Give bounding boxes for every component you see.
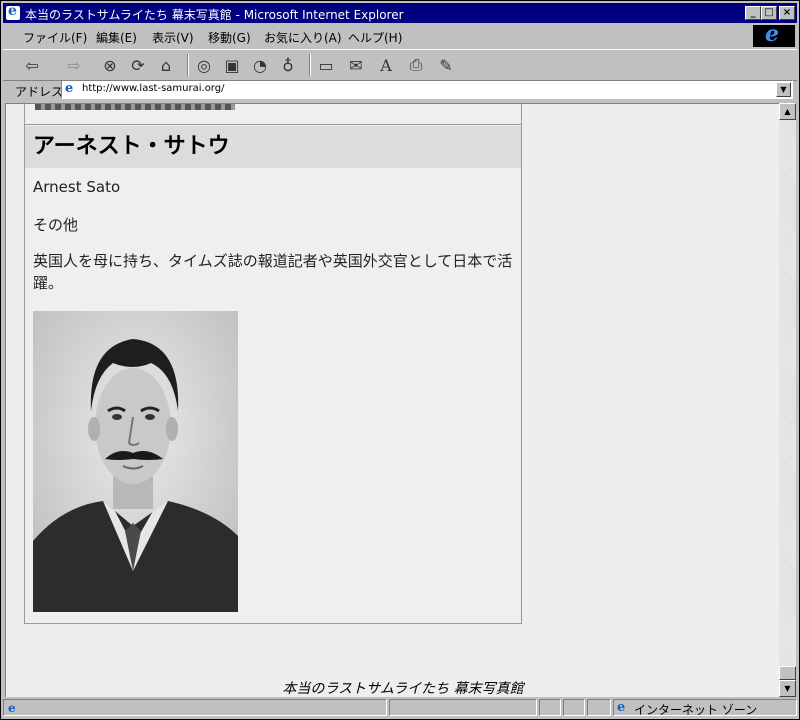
status-panel (563, 699, 585, 716)
address-bar: アドレス e http://www.last-samurai.org/ ▼ (3, 79, 797, 101)
history-icon[interactable]: ◔ (249, 54, 271, 76)
security-zone-panel[interactable]: e インターネット ゾーン (613, 699, 797, 717)
print-icon[interactable]: ⎙ (405, 54, 427, 76)
forward-icon[interactable]: ⇨ (63, 54, 85, 76)
toolbar: ⇦ ⇨ ⊗ ⟳ ⌂ ◎ ▣ ◔ ♁ ▭ ✉ A ⎙ ✎ (3, 49, 797, 81)
page-status-icon: e (8, 701, 16, 715)
mail-icon[interactable]: ✉ (345, 54, 367, 76)
close-button[interactable]: × (779, 6, 795, 20)
previous-photo-edge (35, 104, 235, 110)
profile-card: アーネスト・サトウ Arnest Sato その他 英国人を母に持ち、タイムズ誌… (24, 104, 522, 624)
toolbar-separator (309, 54, 311, 76)
scroll-down-button[interactable]: ▼ (779, 680, 796, 697)
address-url[interactable]: http://www.last-samurai.org/ (82, 83, 224, 94)
font-icon[interactable]: A (375, 54, 397, 76)
internet-zone-icon: e (617, 700, 626, 715)
edit-icon[interactable]: ✎ (435, 54, 457, 76)
scroll-up-button[interactable]: ▲ (779, 103, 796, 120)
toolbar-separator (187, 54, 189, 76)
security-zone-label: インターネット ゾーン (634, 703, 758, 717)
favorites-icon[interactable]: ▣ (221, 54, 243, 76)
card-divider (25, 124, 521, 125)
address-dropdown-button[interactable]: ▼ (776, 82, 791, 97)
address-label: アドレス (15, 85, 64, 99)
minimize-button[interactable]: _ (745, 6, 761, 20)
menu-help[interactable]: ヘルプ(H) (348, 29, 402, 46)
menu-bar: ファイル(F) 編集(E) 表示(V) 移動(G) お気に入り(A) ヘルプ(H… (3, 24, 797, 48)
profile-category: その他 (33, 216, 79, 234)
maximize-button[interactable]: □ (761, 6, 777, 20)
fullscreen-icon[interactable]: ▭ (315, 54, 337, 76)
status-panel (539, 699, 561, 716)
ie-logo-icon: e (753, 21, 795, 47)
profile-name-english: Arnest Sato (33, 178, 121, 196)
menu-favorites[interactable]: お気に入り(A) (264, 29, 342, 46)
status-panel (587, 699, 611, 716)
page-content: アーネスト・サトウ Arnest Sato その他 英国人を母に持ち、タイムズ誌… (5, 103, 779, 697)
menu-view[interactable]: 表示(V) (152, 29, 194, 46)
back-icon[interactable]: ⇦ (21, 54, 43, 76)
page-icon: e (65, 81, 74, 96)
vertical-scrollbar[interactable]: ▲ ▼ (779, 103, 796, 697)
profile-title: アーネスト・サトウ (25, 126, 521, 168)
window-title: 本当のラストサムライたち 幕末写真館 - Microsoft Internet … (25, 8, 404, 22)
status-message-panel: e (3, 699, 387, 716)
scroll-thumb[interactable] (779, 666, 796, 680)
home-icon[interactable]: ⌂ (155, 54, 177, 76)
ie-page-icon (6, 3, 20, 20)
refresh-icon[interactable]: ⟳ (127, 54, 149, 76)
address-input[interactable]: e http://www.last-samurai.org/ ▼ (61, 80, 793, 99)
profile-description: 英国人を母に持ち、タイムズ誌の報道記者や英国外交官として日本で活躍。 (33, 252, 513, 292)
stop-icon[interactable]: ⊗ (99, 54, 121, 76)
portrait-photo (33, 311, 238, 612)
channels-icon[interactable]: ♁ (277, 54, 299, 76)
menu-edit[interactable]: 編集(E) (96, 29, 137, 46)
page-footer: 本当のラストサムライたち 幕末写真館 (282, 681, 524, 697)
search-icon[interactable]: ◎ (193, 54, 215, 76)
browser-window: 本当のラストサムライたち 幕末写真館 - Microsoft Internet … (0, 0, 800, 720)
status-bar: e e インターネット ゾーン (3, 698, 797, 718)
menu-file[interactable]: ファイル(F) (23, 29, 87, 46)
status-panel (389, 699, 537, 716)
menu-go[interactable]: 移動(G) (208, 29, 251, 46)
title-bar[interactable]: 本当のラストサムライたち 幕末写真館 - Microsoft Internet … (3, 3, 797, 23)
